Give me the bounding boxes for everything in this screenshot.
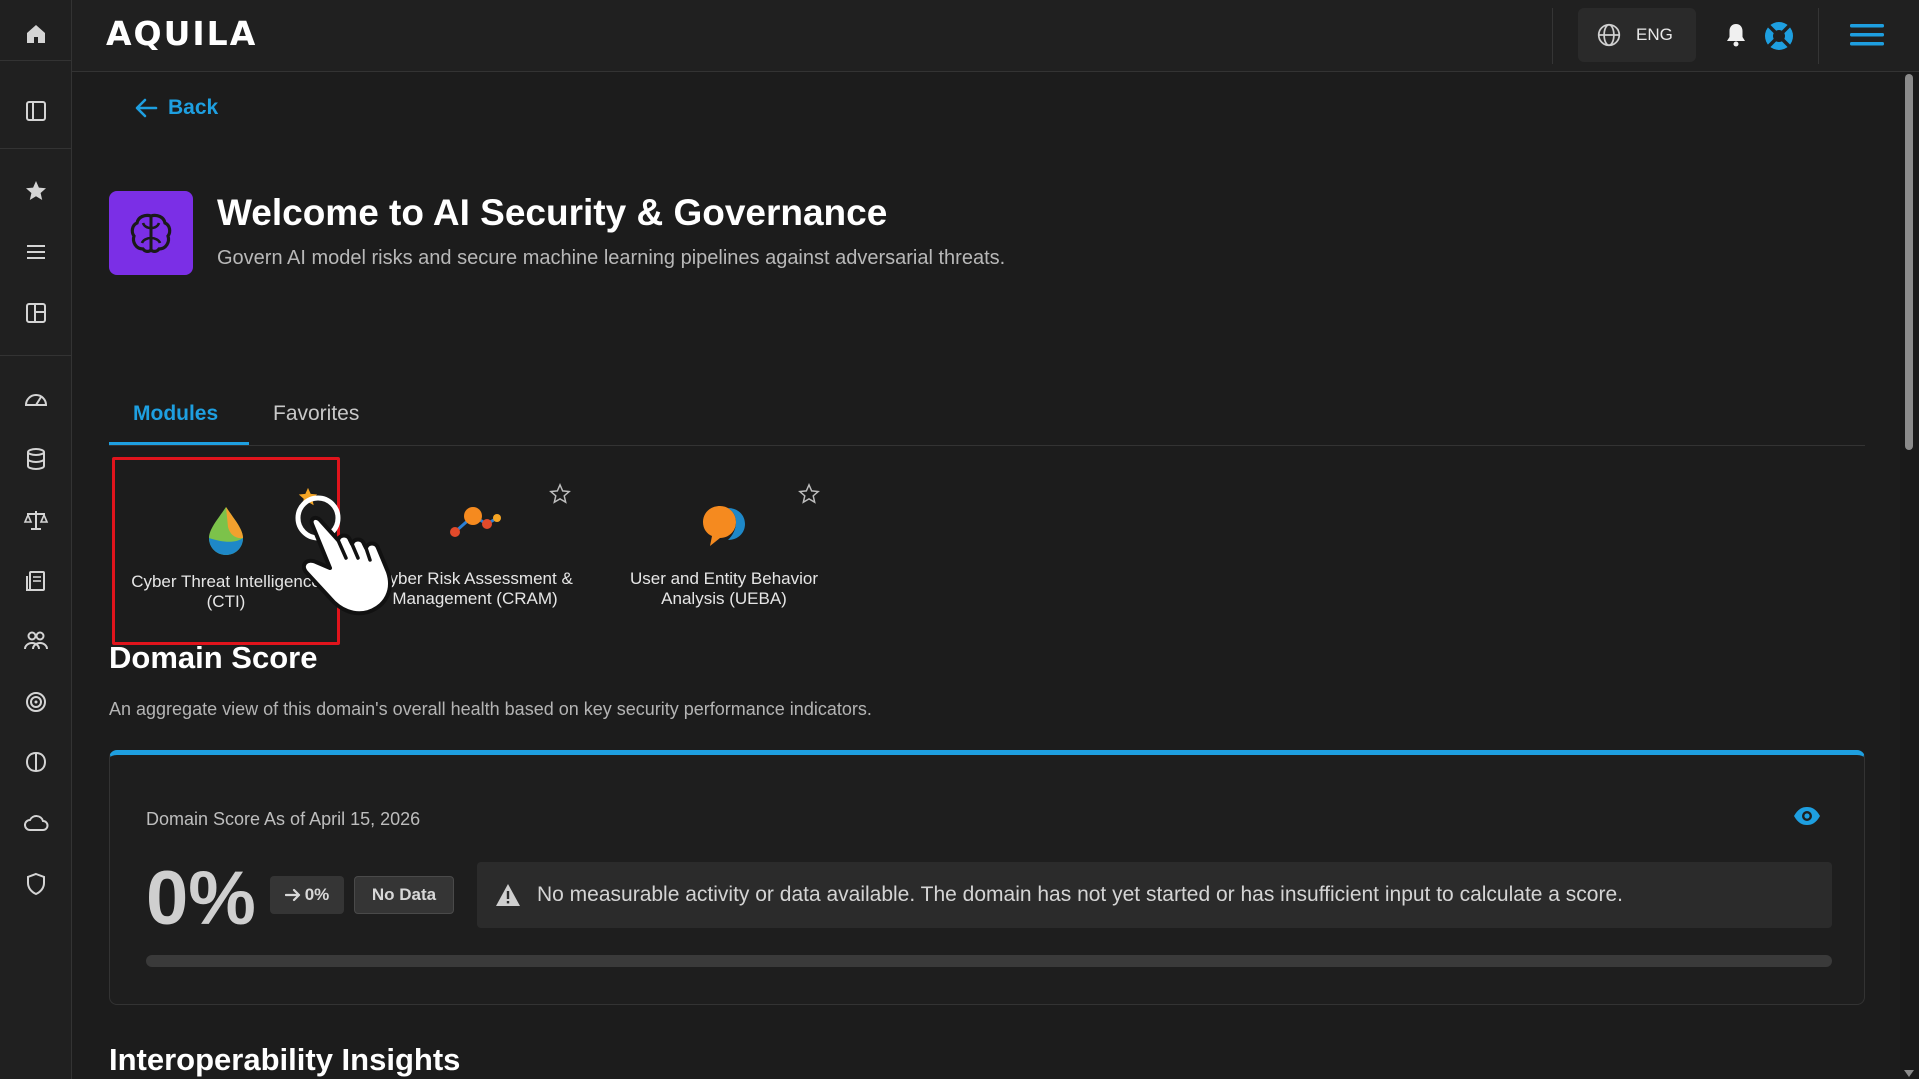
document-icon[interactable] (0, 557, 72, 605)
page-title: Welcome to AI Security & Governance (217, 192, 888, 233)
cram-graph-icon (447, 502, 503, 542)
users-icon[interactable] (0, 617, 72, 665)
page-subtitle: Govern AI model risks and secure machine… (217, 247, 1006, 269)
scroll-down-arrow-icon[interactable] (1904, 1070, 1914, 1077)
brain-icon[interactable] (0, 738, 72, 786)
arrow-right-icon (284, 888, 301, 902)
tab-modules[interactable]: Modules (133, 402, 218, 426)
scrollbar-thumb[interactable] (1905, 74, 1913, 450)
tab-favorites[interactable]: Favorites (273, 402, 359, 426)
score-progress-bar (146, 955, 1832, 967)
score-trend-chip: 0% (270, 876, 344, 914)
interoperability-heading: Interoperability Insights (109, 1042, 461, 1077)
score-trend-value: 0% (304, 885, 330, 904)
domain-score-description: An aggregate view of this domain's overa… (109, 699, 872, 719)
active-tab-indicator (109, 442, 249, 445)
shield-icon[interactable] (0, 860, 72, 908)
top-bar: AQUILA ENG (72, 0, 1919, 72)
domain-brain-icon (109, 191, 193, 275)
bell-icon[interactable] (1724, 22, 1748, 48)
tab-bar: Modules Favorites (109, 372, 1865, 446)
eye-icon[interactable] (1792, 805, 1822, 827)
domain-score-heading: Domain Score (109, 640, 318, 675)
ueba-bubble-icon (700, 502, 748, 550)
home-icon[interactable] (0, 10, 72, 58)
module-label: Cyber Risk Assessment & Management (CRAM… (377, 569, 573, 608)
cti-drop-icon (204, 505, 248, 557)
score-as-of-label: Domain Score As of April 15, 2026 (146, 809, 421, 829)
favorite-star-outline-icon[interactable] (798, 483, 820, 505)
list-icon[interactable] (0, 228, 72, 276)
icon-rail (0, 0, 72, 1079)
score-value: 0% (146, 856, 256, 941)
no-data-message: No measurable activity or data available… (477, 862, 1832, 928)
back-label: Back (168, 96, 219, 119)
target-icon[interactable] (0, 678, 72, 726)
favorite-star-outline-icon[interactable] (549, 483, 571, 505)
status-badge: No Data (354, 876, 454, 914)
gauge-icon[interactable] (0, 375, 72, 423)
language-selector[interactable]: ENG (1578, 8, 1696, 62)
cloud-icon[interactable] (0, 799, 72, 847)
back-button[interactable]: Back (134, 96, 218, 120)
domain-score-card: Domain Score As of April 15, 2026 0% 0% … (109, 750, 1865, 1005)
warning-icon (495, 883, 521, 907)
arrow-left-icon (134, 97, 158, 119)
star-icon[interactable] (0, 167, 72, 215)
sidebar-panel-icon[interactable] (0, 87, 72, 135)
module-label: User and Entity Behavior Analysis (UEBA) (629, 569, 819, 608)
scales-icon[interactable] (0, 496, 72, 544)
database-icon[interactable] (0, 435, 72, 483)
layout-icon[interactable] (0, 289, 72, 337)
main-content: Back Welcome to AI Security & Governance… (72, 72, 1900, 1079)
app-logo[interactable]: AQUILA (106, 14, 257, 53)
hamburger-menu-icon[interactable] (1850, 20, 1884, 50)
no-data-message-text: No measurable activity or data available… (537, 883, 1623, 906)
vertical-scrollbar[interactable] (1900, 72, 1919, 1079)
hand-pointer-cursor-icon (282, 492, 402, 627)
globe-icon (1596, 22, 1622, 48)
module-card-ueba[interactable]: User and Entity Behavior Analysis (UEBA) (610, 457, 838, 645)
language-label: ENG (1636, 25, 1673, 44)
help-lifebuoy-icon[interactable] (1762, 19, 1796, 53)
